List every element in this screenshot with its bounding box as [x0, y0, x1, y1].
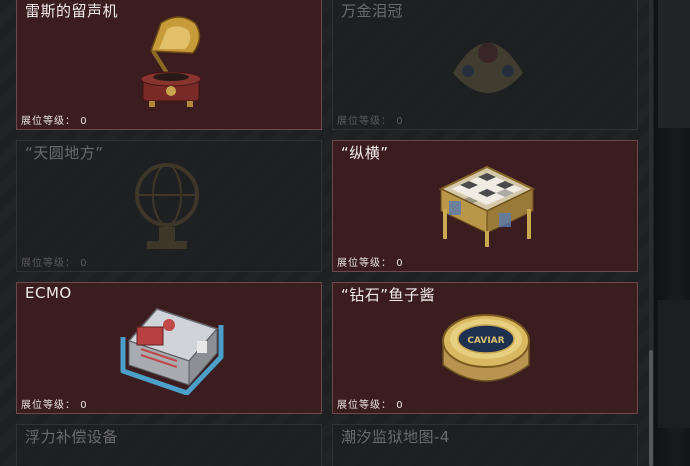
gramophone-icon: [140, 16, 202, 107]
side-panel-slot: [658, 0, 690, 128]
side-panel-slot: [658, 300, 690, 428]
card-title: 万金泪冠: [341, 2, 404, 20]
booth-level: 展位等级： 0: [337, 258, 404, 269]
card-title: 雷斯的留声机: [25, 2, 119, 20]
collection-card-gramophone[interactable]: 雷斯的留声机 展位等级： 0: [16, 0, 322, 130]
card-title: ECMO: [25, 284, 72, 302]
card-title: 潮汐监狱地图-4: [341, 428, 450, 446]
booth-level: 展位等级： 0: [21, 400, 88, 411]
collection-card-bcd[interactable]: 浮力补偿设备: [16, 424, 322, 466]
collection-card-ecmo[interactable]: ECMO 展位等级： 0: [16, 282, 322, 414]
booth-level: 展位等级： 0: [21, 258, 88, 269]
caviar-tin-icon: CAVIAR: [442, 314, 530, 382]
card-title: “纵横”: [341, 144, 389, 162]
booth-level: 展位等级： 0: [337, 400, 404, 411]
booth-level: 展位等级： 0: [21, 116, 88, 127]
card-title: “钻石”鱼子酱: [341, 286, 436, 304]
caviar-label: CAVIAR: [467, 336, 504, 346]
collection-grid: 雷斯的留声机 展位等级： 0 万金泪冠 展位等级： 0 “天圆地方” 展位等级：…: [0, 0, 654, 466]
scrollbar-thumb[interactable]: [649, 350, 653, 466]
globe-icon: [135, 163, 199, 249]
collection-card-crown[interactable]: 万金泪冠 展位等级： 0: [332, 0, 638, 130]
chess-board-icon: [438, 165, 536, 247]
collection-card-caviar[interactable]: “钻石”鱼子酱 CAVIAR 展位等级： 0: [332, 282, 638, 414]
ecmo-machine-icon: [120, 308, 224, 395]
card-title: “天圆地方”: [25, 144, 104, 162]
collection-card-globe[interactable]: “天圆地方” 展位等级： 0: [16, 140, 322, 272]
collection-card-map[interactable]: 潮汐监狱地图-4: [332, 424, 638, 466]
card-title: 浮力补偿设备: [25, 428, 119, 446]
collection-card-chess[interactable]: “纵横” 展位等级： 0: [332, 140, 638, 272]
booth-level: 展位等级： 0: [337, 116, 404, 127]
jeweled-crown-icon: [453, 43, 523, 93]
